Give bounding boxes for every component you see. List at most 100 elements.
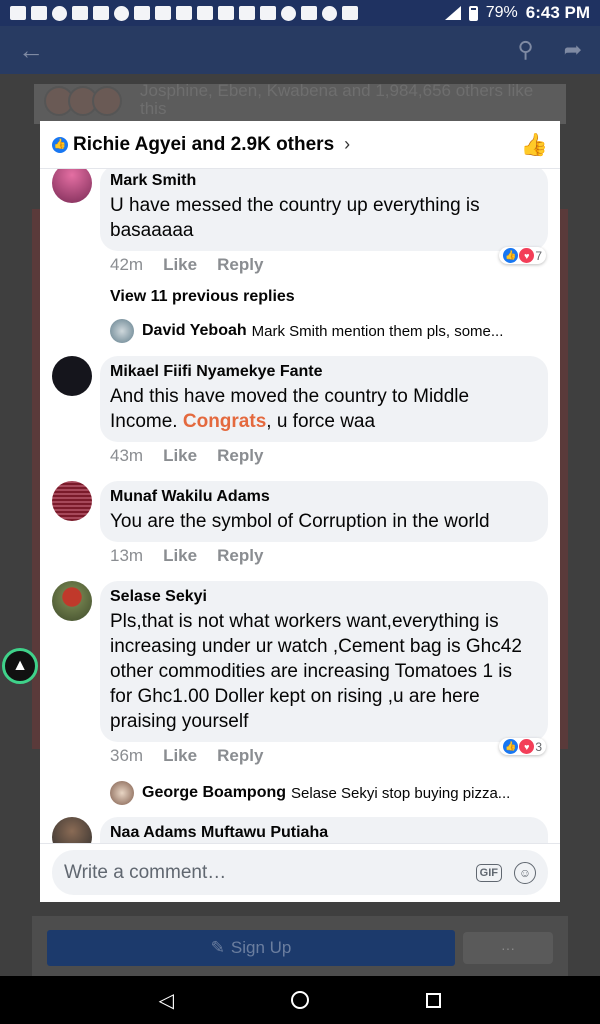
comment-actions: 42m Like Reply [110, 255, 263, 275]
notification-icon [342, 6, 358, 20]
avatar[interactable] [52, 817, 92, 843]
comment-actions: 43m Like Reply [110, 446, 263, 466]
avatar[interactable] [52, 169, 92, 203]
notification-icon [31, 6, 47, 20]
dialog-header[interactable]: 👍 Richie Agyei and 2.9K others › 👍 [40, 121, 560, 169]
comment-author[interactable]: Mark Smith [110, 171, 534, 191]
battery-icon [468, 5, 478, 21]
app-bar: ← ⚲ ➦ [0, 26, 600, 74]
emoji-icon[interactable]: ☺ [514, 861, 536, 884]
comment-time: 42m [110, 255, 144, 274]
notification-icon [322, 5, 337, 21]
reply-link[interactable]: Reply [217, 546, 263, 566]
love-reaction-icon: ♥ [519, 739, 535, 754]
reply-link[interactable]: Reply [217, 746, 263, 766]
reaction-count[interactable]: 👍 ♥ 3 [499, 738, 546, 755]
avatar[interactable] [52, 481, 92, 521]
comment-composer: Write a comment… GIF ☺ [40, 843, 560, 902]
more-button[interactable]: ··· [463, 932, 553, 964]
reply-link[interactable]: Reply [217, 255, 263, 275]
nav-back-icon[interactable]: ◁ [159, 988, 174, 1013]
avatar[interactable] [110, 319, 134, 343]
reply-preview[interactable]: David Yeboah Mark Smith mention them pls… [110, 319, 550, 343]
chevron-right-icon[interactable]: › [344, 134, 350, 155]
like-link[interactable]: Like [163, 746, 197, 766]
search-icon[interactable]: ⚲ [517, 37, 533, 63]
comment-time: 13m [110, 546, 144, 565]
highlighted-word: Congrats [182, 411, 267, 432]
nav-recents-icon[interactable] [426, 992, 442, 1008]
background-image-strip [560, 209, 568, 749]
like-reaction-icon: 👍 [52, 136, 68, 153]
comment-bubble[interactable]: Munaf Wakilu Adams You are the symbol of… [100, 481, 548, 542]
notification-icon [52, 5, 67, 21]
comment-bubble[interactable]: Naa Adams Muftawu Putiaha [100, 817, 548, 843]
dialog-title[interactable]: Richie Agyei and 2.9K others [73, 134, 334, 156]
gif-icon[interactable]: GIF [475, 863, 502, 882]
notification-icon [281, 5, 296, 21]
comment-bubble[interactable]: Mikael Fiifi Nyamekye Fante And this hav… [100, 356, 548, 442]
avatar [92, 86, 122, 116]
like-link[interactable]: Like [163, 255, 197, 275]
reaction-count[interactable]: 👍 ♥ 7 [499, 247, 546, 264]
like-link[interactable]: Like [163, 446, 197, 466]
like-reaction-icon: 👍 [503, 248, 519, 263]
comment-actions: 36m Like Reply [110, 746, 263, 766]
reply-author[interactable]: George Boampong [142, 784, 286, 802]
reply-preview[interactable]: George Boampong Selase Sekyi stop buying… [110, 781, 550, 805]
comment-author[interactable]: Naa Adams Muftawu Putiaha [110, 823, 534, 843]
notification-icon [301, 6, 317, 20]
liker-avatars [44, 86, 122, 116]
reaction-total: 7 [535, 248, 542, 263]
system-navigation-bar: ◁ [0, 976, 600, 1024]
comment-text: U have messed the country up everything … [110, 195, 480, 241]
notification-icon [176, 6, 192, 20]
notification-icon [239, 6, 255, 20]
notification-icon [72, 6, 88, 20]
comment-author[interactable]: Munaf Wakilu Adams [110, 487, 534, 507]
likes-summary-text: Josphine, Eben, Kwabena and 1,984,656 ot… [140, 81, 534, 118]
reply-author[interactable]: David Yeboah [142, 322, 247, 340]
reply-text: Selase Sekyi stop buying pizza... [291, 784, 511, 802]
notification-icon [218, 6, 234, 20]
comment-time: 36m [110, 746, 144, 765]
comment-author[interactable]: Selase Sekyi [110, 587, 534, 607]
comment-text-part: , u force waa [266, 411, 376, 432]
view-previous-replies[interactable]: View 11 previous replies [110, 288, 295, 306]
avatar[interactable] [110, 781, 134, 805]
reply-link[interactable]: Reply [217, 446, 263, 466]
notification-icon [93, 6, 109, 20]
nav-home-icon[interactable] [291, 991, 310, 1009]
battery-level: 79% [485, 4, 518, 21]
notification-icon [197, 6, 213, 20]
comment-text: You are the symbol of Corruption in the … [110, 511, 490, 532]
pencil-icon: ✎ [210, 938, 225, 957]
comment-bubble[interactable]: Selase Sekyi Pls,that is not what worker… [100, 581, 548, 742]
floating-assistant-icon[interactable]: ▲ [2, 648, 38, 684]
share-icon[interactable]: ➦ [564, 37, 582, 63]
thumbs-up-icon[interactable]: 👍 [521, 132, 548, 158]
comment-input[interactable]: Write a comment… GIF ☺ [52, 850, 548, 895]
back-arrow-icon[interactable]: ← [18, 35, 44, 66]
reply-text: Mark Smith mention them pls, some... [251, 322, 504, 340]
notification-icon [114, 5, 129, 21]
clock: 6:43 PM [525, 3, 590, 22]
like-reaction-icon: 👍 [503, 739, 519, 754]
comment-author[interactable]: Mikael Fiifi Nyamekye Fante [110, 362, 534, 382]
comment-actions: 13m Like Reply [110, 546, 263, 566]
comment-text: And this have moved the country to Middl… [110, 384, 534, 434]
notification-icon [155, 6, 171, 20]
notification-icon [134, 6, 150, 20]
signal-icon [444, 6, 461, 20]
reaction-total: 3 [535, 739, 542, 754]
like-link[interactable]: Like [163, 546, 197, 566]
comment-list[interactable]: Mark Smith U have messed the country up … [40, 169, 560, 843]
avatar[interactable] [52, 581, 92, 621]
comment-placeholder: Write a comment… [64, 861, 227, 883]
reactions-comments-dialog: 👍 Richie Agyei and 2.9K others › 👍 Mark … [40, 121, 560, 902]
avatar[interactable] [52, 356, 92, 396]
comment-text: Pls,that is not what workers want,everyt… [110, 611, 522, 732]
love-reaction-icon: ♥ [519, 248, 535, 263]
sign-up-button[interactable]: ✎ Sign Up [47, 930, 455, 966]
comment-bubble[interactable]: Mark Smith U have messed the country up … [100, 169, 548, 251]
